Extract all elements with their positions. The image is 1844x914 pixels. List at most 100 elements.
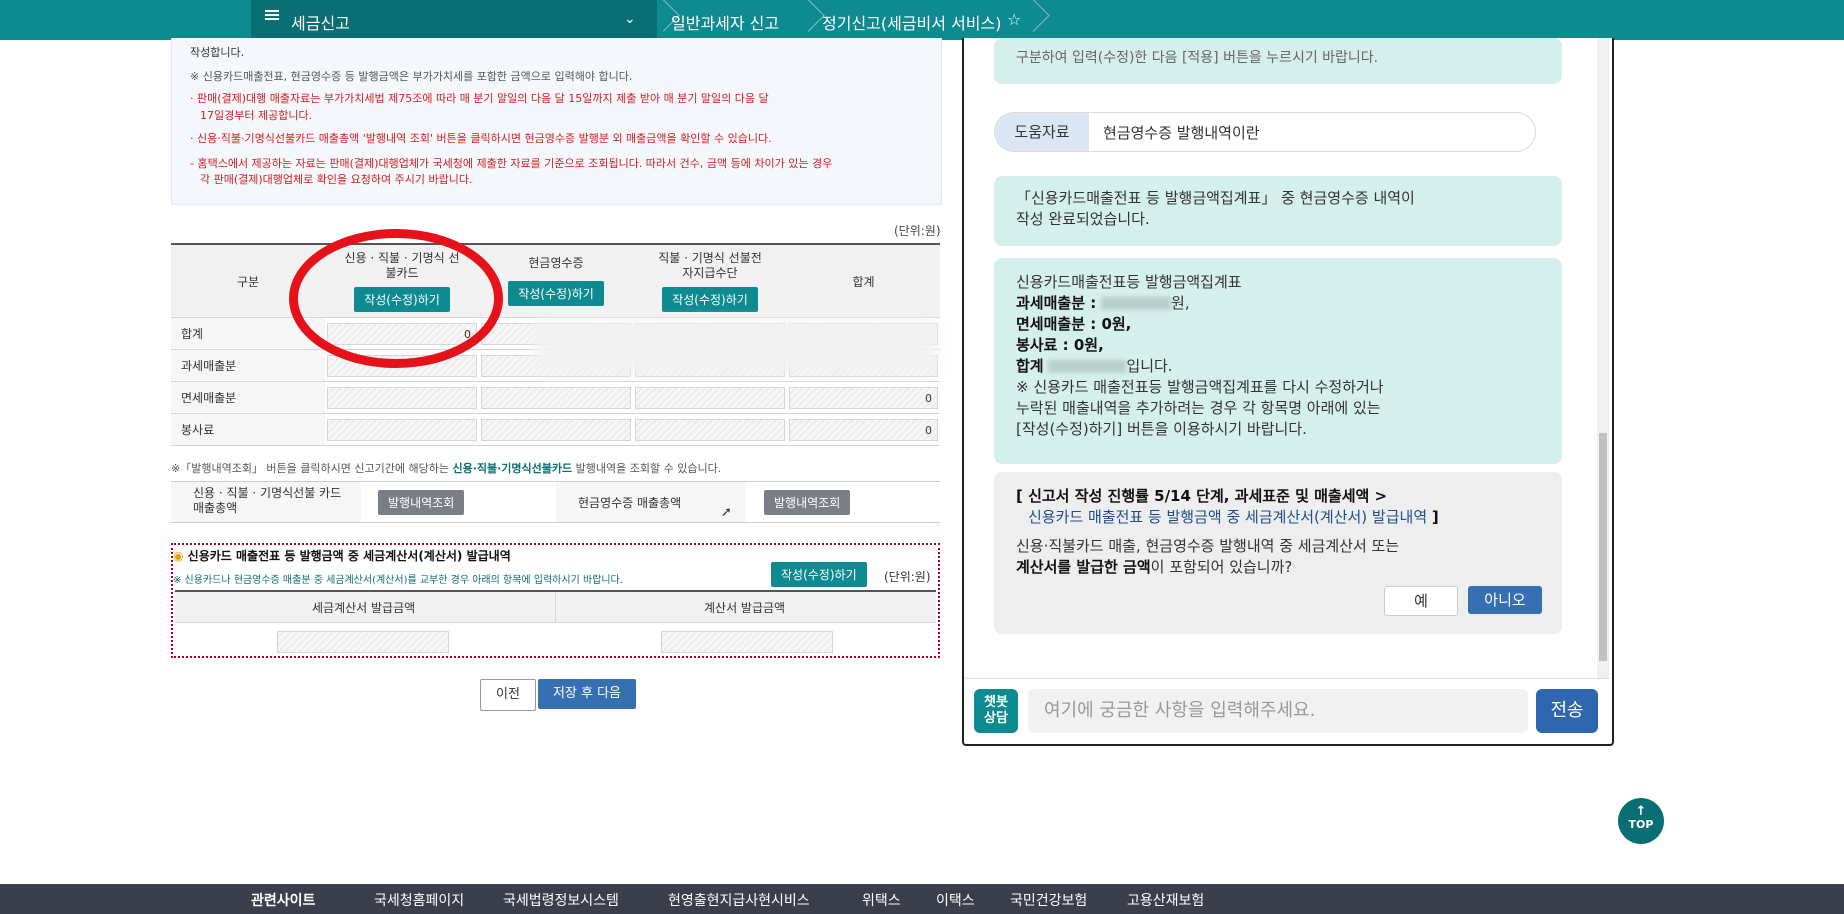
no-button[interactable]: 아니오: [1468, 586, 1542, 614]
chat-text: 이 포함되어 있습니까?: [1150, 558, 1293, 576]
notice-line: 각 판매(결제)대행업체로 확인을 요청하여 주시기 바랍니다.: [200, 173, 473, 186]
notice-line: - 홈택스에서 제공하는 자료는 판매(결제)대행업체가 국세청에 제출한 자료…: [190, 157, 833, 170]
top-navigation: 세금신고 ⌄ 일반과세자 신고 정기신고(세금비서 서비스) ☆: [0, 0, 1844, 40]
breadcrumb-separator: [652, 0, 670, 40]
save-next-button[interactable]: 저장 후 다음: [538, 679, 636, 709]
yes-button[interactable]: 예: [1384, 586, 1458, 616]
notice-line: 17일경부터 제공합니다.: [200, 109, 313, 122]
inquiry-row: 신용 · 직불 · 기명식선불 카드 매출총액 발행내역조회 현금영수증 매출총…: [171, 481, 940, 523]
table-row: 면세매출분 0: [171, 381, 940, 414]
chat-text: 구분하여 입력(수정)한 다음 [적용] 버튼을 누르시기 바랍니다.: [1016, 50, 1379, 66]
col-header-debit-prepaid: 직불 · 기명식 선불전자지급수단 작성(수정)하기: [633, 243, 787, 318]
chat-input[interactable]: 여기에 궁금한 사항을 입력해주세요.: [1028, 689, 1528, 733]
chat-text: 계산서를 발급한 금액: [1016, 558, 1151, 576]
chevron-down-icon[interactable]: ⌄: [624, 11, 636, 27]
help-material-tag: 도움자료: [995, 113, 1089, 151]
hamburger-icon[interactable]: [265, 8, 279, 22]
progress-link[interactable]: 신용카드 매출전표 등 발행금액 중 세금계산서(계산서) 발급내역: [1028, 508, 1427, 526]
chat-text: 누락된 매출내역을 추가하려는 경우 각 항목명 아래에 있는: [1016, 399, 1381, 417]
footer-link[interactable]: 국민건강보험: [1010, 890, 1087, 910]
chat-bubble-previous: 구분하여 입력(수정)한 다음 [적용] 버튼을 누르시기 바랍니다.: [994, 38, 1562, 84]
row-label: 과세매출분: [171, 349, 325, 382]
chat-scrollbar[interactable]: [1597, 38, 1609, 678]
footer-link[interactable]: 위택스: [862, 890, 901, 910]
cash-total-label-cell: 현금영수증 매출총액: [556, 482, 746, 522]
notice-line: 작성합니다.: [190, 46, 245, 59]
redacted-amount: [1101, 297, 1172, 310]
chat-text: 면세매출분 : 0원,: [1016, 315, 1132, 333]
top-label: TOP: [1628, 818, 1654, 831]
amount-cell: [327, 386, 477, 409]
cash-total-label: 현금영수증 매출총액: [578, 496, 682, 510]
footer-link[interactable]: 이택스: [936, 890, 975, 910]
row-label: 면세매출분: [171, 381, 325, 414]
footer-link[interactable]: 국세청홈페이지: [374, 890, 464, 910]
table-row: 봉사료 0: [171, 413, 940, 446]
help-material-link[interactable]: 현금영수증 발행내역이란: [1103, 122, 1260, 143]
breadcrumb-separator: [1022, 0, 1040, 40]
send-button[interactable]: 전송: [1536, 689, 1598, 733]
breadcrumb-regular-filing[interactable]: 정기신고(세금비서 서비스): [822, 10, 1002, 34]
scroll-top-button[interactable]: ↑ TOP: [1618, 798, 1664, 844]
annotation-circle: [289, 229, 503, 368]
chat-text: 입니다.: [1126, 357, 1173, 375]
amount-cell: 0: [789, 386, 938, 409]
bullet-icon: ◉: [173, 549, 184, 563]
invoice-header-row: 세금계산서 발급금액 계산서 발급금액: [175, 590, 936, 623]
prev-button[interactable]: 이전: [480, 679, 536, 711]
tax-invoice-amount-input[interactable]: [277, 631, 449, 653]
notice-line: · 판매(결제)대행 매출자료는 부가가치세법 제75조에 따라 매 분기 말일…: [190, 92, 769, 105]
notice-line: ※ 신용카드매출전표, 현금영수증 등 발행금액은 부가가치세를 포함한 금액으…: [190, 70, 633, 83]
chat-text: 봉사료 : 0원,: [1016, 336, 1104, 354]
chat-bubble-cash-receipt-done: 「신용카드매출전표 등 발행금액집계표」 중 현금영수증 내역이 작성 완료되었…: [994, 176, 1562, 246]
hint-text: 발행내역을 조회할 수 있습니다.: [572, 462, 722, 475]
mouse-cursor-icon: ➚: [721, 505, 732, 520]
chat-text: 작성 완료되었습니다.: [1016, 210, 1150, 228]
footer-link[interactable]: 현영출현지급사현시비스: [668, 890, 810, 910]
menu-dropdown[interactable]: 세금신고 ⌄: [251, 0, 657, 40]
amount-cell: [635, 418, 785, 441]
col-header-label: 현금영수증: [528, 256, 584, 270]
amount-cell: [481, 418, 631, 441]
chat-text: [작성(수정)하기] 버튼을 이용하시기 바랍니다.: [1016, 420, 1307, 438]
amount-cell: [481, 386, 631, 409]
cash-inquiry-button[interactable]: 발행내역조회: [764, 490, 851, 515]
card-total-label-cell: 신용 · 직불 · 기명식선불 카드 매출총액: [171, 482, 361, 522]
help-material-pill[interactable]: 도움자료 현금영수증 발행내역이란: [994, 112, 1536, 152]
notice-line: · 신용·직불·기명식선불카드 매출총액 '발행내역 조회' 버튼을 클릭하시면…: [190, 132, 772, 145]
chat-input-bar: 챗봇 상담 여기에 궁금한 사항을 입력해주세요. 전송: [964, 678, 1610, 745]
chat-bubble-summary: 신용카드매출전표등 발행금액집계표 과세매출분 : 원, 면세매출분 : 0원,…: [994, 258, 1562, 464]
edit-debit-prepaid-button[interactable]: 작성(수정)하기: [662, 286, 758, 312]
breadcrumb-general-taxpayer[interactable]: 일반과세자 신고: [671, 10, 779, 34]
edit-cash-receipt-button[interactable]: 작성(수정)하기: [508, 281, 604, 306]
col-header-total: 합계: [787, 243, 940, 318]
invoice-title-text: 신용카드 매출전표 등 발행금액 중 세금계산서(계산서) 발급내역: [187, 549, 511, 563]
invoice-amount-input[interactable]: [661, 631, 833, 653]
chat-text: 원,: [1171, 294, 1190, 312]
footer-link[interactable]: 국세법령정보시스템: [503, 890, 619, 910]
edit-invoice-button[interactable]: 작성(수정)하기: [771, 562, 867, 587]
hint-bold: 신용·직불·기명식선불카드: [452, 462, 573, 475]
divider: [555, 592, 556, 622]
chatbot-label: 챗봇 상담: [974, 689, 1018, 733]
unit-label: (단위:원): [894, 224, 941, 238]
col-header-label: 직불 · 기명식 선불전자지급수단: [658, 250, 762, 280]
amount-cell: [635, 386, 785, 409]
scrollbar-thumb[interactable]: [1599, 433, 1607, 661]
chat-text: 과세매출분 :: [1016, 294, 1097, 312]
invoice-note: ※ 신용카드나 현금영수증 매출분 중 세금계산서(계산서)를 교부한 경우 아…: [173, 575, 623, 586]
invoice-title: ◉ 신용카드 매출전표 등 발행금액 중 세금계산서(계산서) 발급내역: [173, 547, 511, 564]
amount-cell: [327, 418, 477, 441]
chat-text: ]: [1431, 508, 1439, 526]
chat-text: 합계: [1016, 357, 1044, 375]
footer-link[interactable]: 고용산재보험: [1127, 890, 1204, 910]
invoice-unit-label: (단위:원): [884, 570, 931, 584]
chat-text: 「신용카드매출전표 등 발행금액집계표」 중 현금영수증 내역이: [1016, 189, 1415, 207]
card-total-label: 신용 · 직불 · 기명식선불 카드 매출총액: [193, 486, 342, 515]
card-inquiry-button[interactable]: 발행내역조회: [378, 490, 465, 515]
redacted-amount: [1048, 360, 1127, 373]
invoice-col-header: 계산서 발급금액: [704, 601, 786, 615]
arrow-up-icon: ↑: [1635, 804, 1647, 819]
chat-text: 신용카드매출전표등 발행금액집계표: [1016, 273, 1242, 291]
row-label: 봉사료: [171, 413, 325, 446]
